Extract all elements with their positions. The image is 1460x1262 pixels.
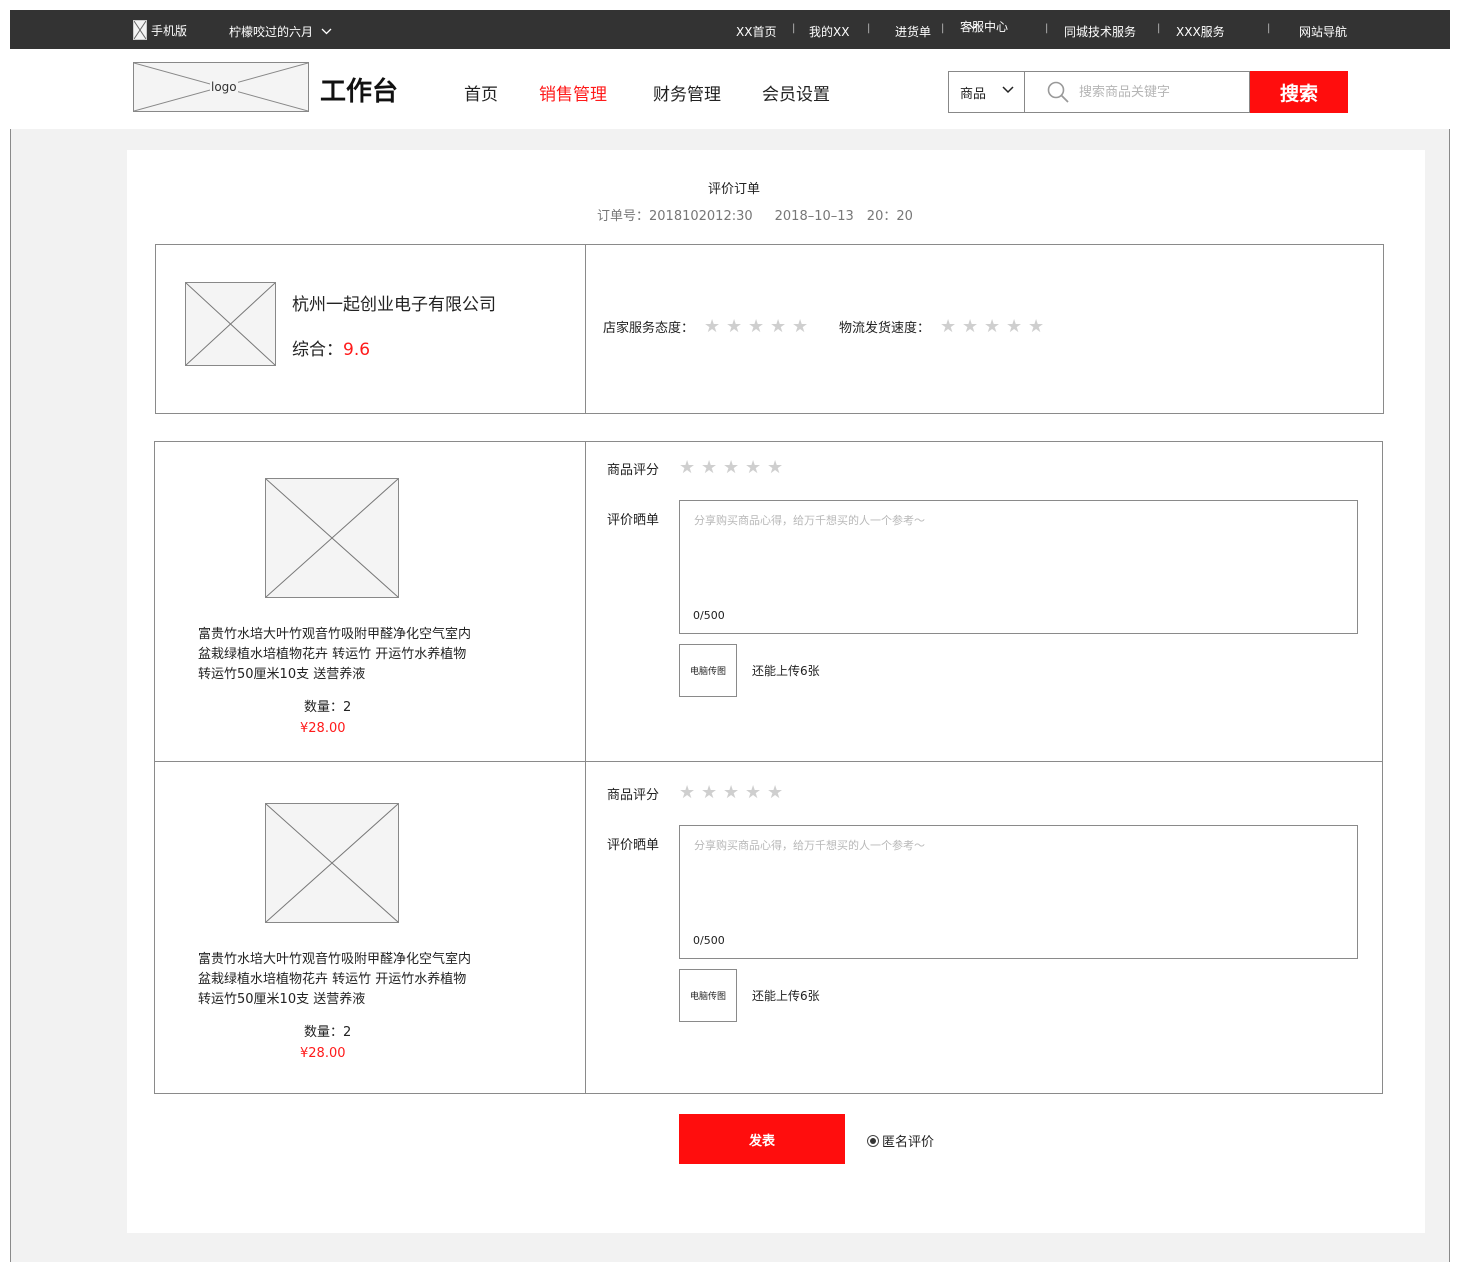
- goods-rating-label: 商品评分: [607, 463, 660, 478]
- goods-quantity: 数量：2: [304, 1025, 352, 1040]
- shop-image: [185, 282, 276, 366]
- order-time: 2018–10–13 20：20: [774, 209, 913, 224]
- logistics-rating: 物流发货速度： ★ ★ ★ ★ ★: [839, 317, 1050, 337]
- goods-description: 富贵竹水培大叶竹观音竹吸附甲醛净化空气室内盆栽绿植水培植物花卉 转运竹 开运竹水…: [198, 627, 472, 682]
- star-icon[interactable]: ★: [723, 784, 740, 802]
- nav-members[interactable]: 会员设置: [762, 80, 830, 105]
- page-title: 工作台: [320, 77, 399, 107]
- upload-remaining: 还能上传6张: [752, 989, 820, 1003]
- search-box: 商品: [948, 71, 1250, 113]
- shop-rating-box: 杭州一起创业电子有限公司 综合：9.6 店家服务态度： ★ ★ ★ ★ ★ 物流发货速度…: [155, 244, 1384, 414]
- goods-image: [265, 478, 399, 598]
- link-home[interactable]: XX首页: [736, 23, 776, 40]
- star-icon[interactable]: ★: [767, 459, 784, 477]
- star-icon[interactable]: ★: [745, 784, 762, 802]
- nav-finance[interactable]: 财务管理: [653, 80, 721, 105]
- link-my[interactable]: 我的XX: [809, 23, 849, 40]
- search-button[interactable]: 搜索: [1250, 71, 1348, 113]
- star-icon[interactable]: ★: [701, 459, 718, 477]
- service-rating: 店家服务态度： ★ ★ ★ ★ ★: [603, 317, 814, 337]
- upload-image-button[interactable]: 电脑传图: [679, 969, 737, 1022]
- logo-text: logo: [210, 80, 238, 94]
- divider: |: [1267, 23, 1271, 34]
- logo[interactable]: logo: [133, 62, 309, 112]
- shop-score-label: 综合：: [292, 340, 343, 360]
- divider: |: [941, 23, 945, 34]
- goods-review-box: 富贵竹水培大叶竹观音竹吸附甲醛净化空气室内盆栽绿植水培植物花卉 转运竹 开运竹水…: [154, 441, 1383, 1094]
- divider: [155, 761, 1382, 762]
- anonymous-option[interactable]: 匿名评价: [867, 1131, 934, 1150]
- divider: [585, 442, 586, 1093]
- star-icon[interactable]: ★: [701, 784, 718, 802]
- order-number: 订单号：2018102012:30: [597, 209, 753, 224]
- logistics-rating-label: 物流发货速度：: [839, 321, 931, 336]
- divider: |: [1045, 23, 1049, 34]
- divider: |: [1157, 23, 1161, 34]
- service-center-label: 客服中心: [960, 20, 1009, 34]
- goods-price: ¥28.00: [300, 1046, 346, 1061]
- star-icon[interactable]: ★: [792, 318, 809, 336]
- search-category-value: 商品: [960, 86, 987, 102]
- star-icon[interactable]: ★: [745, 459, 762, 477]
- review-label: 评价晒单: [607, 838, 660, 853]
- nav-sales[interactable]: 销售管理: [539, 80, 607, 105]
- anonymous-label: 匿名评价: [882, 1135, 935, 1150]
- star-icon[interactable]: ★: [962, 318, 979, 336]
- star-icon[interactable]: ★: [748, 318, 765, 336]
- link-purchase[interactable]: 进货单: [895, 23, 931, 40]
- link-local-tech[interactable]: 同城技术服务: [1064, 23, 1136, 40]
- star-icon[interactable]: ★: [726, 318, 743, 336]
- search-input[interactable]: [1079, 73, 1247, 111]
- divider: |: [792, 23, 796, 34]
- goods-description: 富贵竹水培大叶竹观音竹吸附甲醛净化空气室内盆栽绿植水培植物花卉 转运竹 开运竹水…: [198, 952, 472, 1007]
- goods-rating-label: 商品评分: [607, 788, 660, 803]
- goods-quantity: 数量：2: [304, 700, 352, 715]
- review-card: 评价订单 订单号：2018102012:30 2018–10–13 20：20 杭…: [127, 150, 1425, 1233]
- shop-name: 杭州一起创业电子有限公司: [292, 295, 496, 315]
- goods-rating-stars: ★ ★ ★ ★ ★: [679, 459, 789, 477]
- review-textarea[interactable]: [679, 500, 1358, 634]
- star-icon[interactable]: ★: [679, 459, 696, 477]
- char-count: 0/500: [693, 609, 725, 622]
- star-icon[interactable]: ★: [723, 459, 740, 477]
- link-xxx-service[interactable]: XXX服务: [1176, 23, 1225, 40]
- logistics-stars: ★ ★ ★ ★ ★: [940, 318, 1050, 336]
- star-icon[interactable]: ★: [679, 784, 696, 802]
- shop-score: 综合：9.6: [292, 335, 370, 360]
- review-textarea[interactable]: [679, 825, 1358, 959]
- upload-image-button[interactable]: 电脑传图: [679, 644, 737, 697]
- upload-remaining: 还能上传6张: [752, 664, 820, 678]
- anonymous-radio[interactable]: [867, 1134, 879, 1147]
- top-bar: 手机版 柠檬咬过的六月 XX首页 | 我的XX | 进货单 | 客服中心 | 同…: [10, 10, 1450, 49]
- chevron-down-icon: [1002, 86, 1014, 94]
- search-icon: [1047, 81, 1069, 103]
- nav-home[interactable]: 首页: [464, 80, 498, 105]
- header: logo 工作台 首页 销售管理 财务管理 会员设置 商品 搜索: [10, 49, 1450, 129]
- star-icon[interactable]: ★: [1006, 318, 1023, 336]
- service-stars: ★ ★ ★ ★ ★: [704, 318, 814, 336]
- submit-button[interactable]: 发表: [679, 1114, 845, 1164]
- star-icon[interactable]: ★: [1028, 318, 1045, 336]
- review-label: 评价晒单: [607, 513, 660, 528]
- link-site-nav[interactable]: 网站导航: [1299, 23, 1347, 40]
- star-icon[interactable]: ★: [770, 318, 787, 336]
- shop-score-value: 9.6: [343, 340, 371, 360]
- char-count: 0/500: [693, 934, 725, 947]
- goods-image: [265, 803, 399, 923]
- star-icon[interactable]: ★: [704, 318, 721, 336]
- goods-rating-stars: ★ ★ ★ ★ ★: [679, 784, 789, 802]
- divider: |: [867, 23, 871, 34]
- goods-price: ¥28.00: [300, 721, 346, 736]
- star-icon[interactable]: ★: [767, 784, 784, 802]
- review-title: 评价订单: [707, 182, 760, 197]
- star-icon[interactable]: ★: [940, 318, 957, 336]
- service-rating-label: 店家服务态度：: [603, 321, 695, 336]
- divider: [585, 245, 586, 413]
- order-info: 订单号：2018102012:30 2018–10–13 20：20: [597, 205, 913, 224]
- link-service-center[interactable]: 客服中心: [960, 20, 1008, 34]
- star-icon[interactable]: ★: [984, 318, 1001, 336]
- search-category-select[interactable]: 商品: [949, 72, 1025, 112]
